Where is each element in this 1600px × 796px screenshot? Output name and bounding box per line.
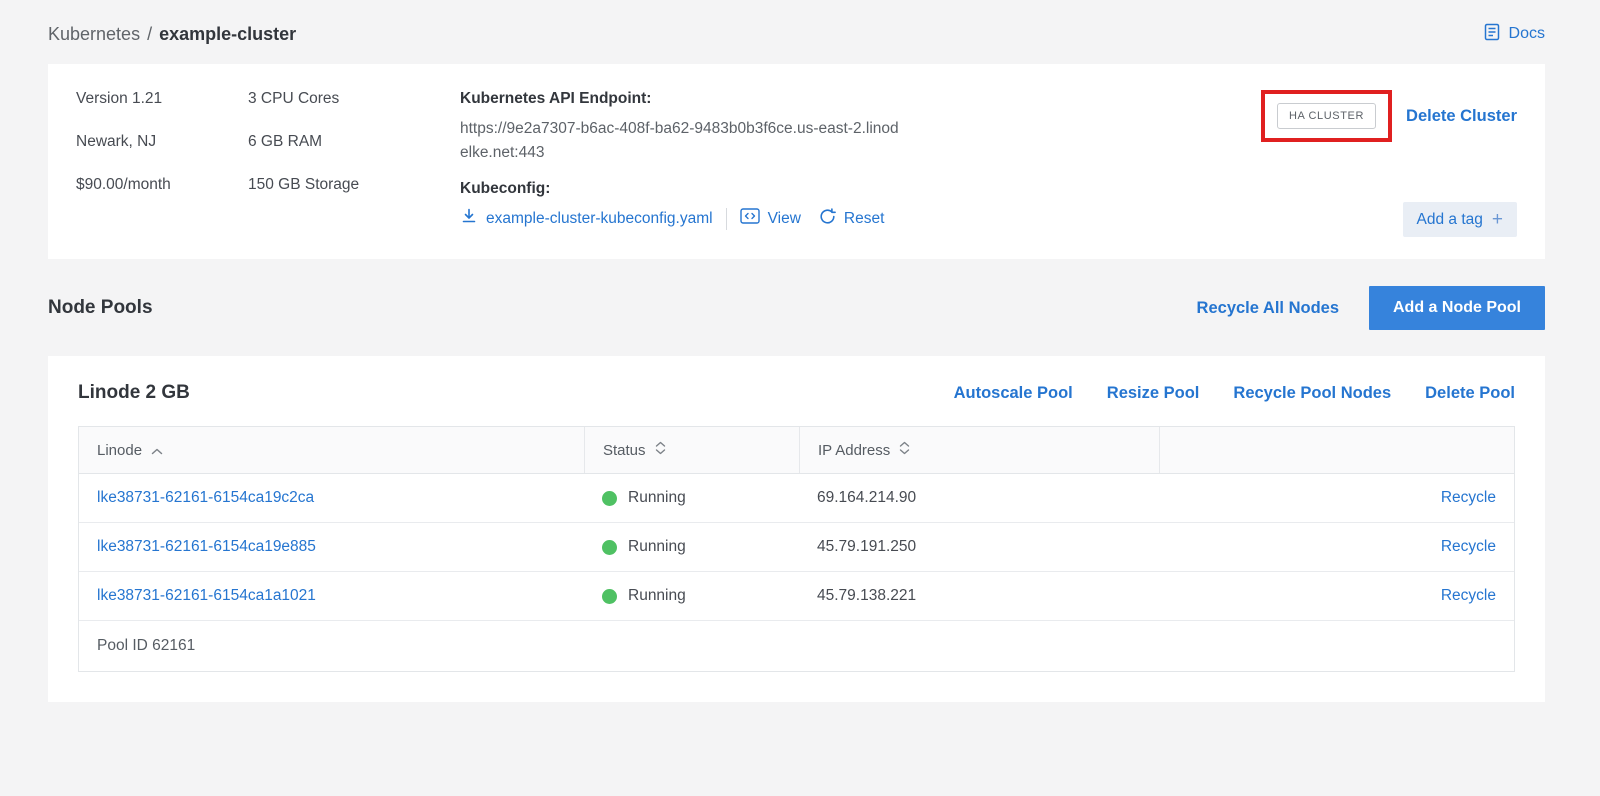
node-link[interactable]: lke38731-62161-6154ca19e885 (97, 538, 316, 555)
table-row: lke38731-62161-6154ca19c2ca Running 69.1… (79, 474, 1514, 523)
pool-nodes-table: Linode Status IP Address (78, 426, 1515, 672)
summary-right-actions: HA CLUSTER Delete Cluster Add a tag + (1261, 90, 1517, 237)
status-label: Running (628, 489, 686, 507)
breadcrumb: Kubernetes / example-cluster (48, 24, 296, 45)
delete-cluster-button[interactable]: Delete Cluster (1406, 107, 1517, 126)
column-header-ip-address[interactable]: IP Address (799, 427, 1159, 473)
status-dot (602, 589, 617, 604)
node-link[interactable]: lke38731-62161-6154ca19c2ca (97, 489, 314, 506)
sort-both-icon (655, 441, 666, 459)
sort-both-icon (899, 441, 910, 459)
spec-column-1: Version 1.21 Newark, NJ $90.00/month (76, 90, 248, 237)
status-dot (602, 491, 617, 506)
node-status: Running (584, 523, 799, 571)
autoscale-pool-button[interactable]: Autoscale Pool (954, 384, 1073, 403)
cluster-price: $90.00/month (76, 176, 248, 194)
node-pool-card: Linode 2 GB Autoscale Pool Resize Pool R… (48, 356, 1545, 702)
table-header-row: Linode Status IP Address (79, 427, 1514, 474)
reset-icon (819, 208, 836, 230)
api-endpoint-url: https://9e2a7307-b6ac-408f-ba62-9483b0b3… (460, 117, 905, 165)
kubeconfig-filename: example-cluster-kubeconfig.yaml (486, 210, 713, 228)
code-view-icon (740, 208, 760, 229)
node-link[interactable]: lke38731-62161-6154ca1a1021 (97, 587, 316, 604)
cluster-summary-card: Version 1.21 Newark, NJ $90.00/month 3 C… (48, 64, 1545, 259)
table-row: lke38731-62161-6154ca19e885 Running 45.7… (79, 523, 1514, 572)
node-status: Running (584, 572, 799, 620)
node-pools-title: Node Pools (48, 297, 153, 319)
pool-card-header: Linode 2 GB Autoscale Pool Resize Pool R… (78, 382, 1515, 404)
docs-icon (1482, 22, 1502, 47)
add-tag-label: Add a tag (1417, 211, 1483, 229)
breadcrumb-kubernetes[interactable]: Kubernetes (48, 24, 140, 45)
api-endpoint-block: Kubernetes API Endpoint: https://9e2a730… (460, 90, 930, 237)
status-column-label: Status (603, 442, 646, 459)
recycle-all-nodes-button[interactable]: Recycle All Nodes (1197, 299, 1339, 318)
table-row: lke38731-62161-6154ca1a1021 Running 45.7… (79, 572, 1514, 621)
recycle-node-button[interactable]: Recycle (1441, 538, 1496, 555)
pool-action-links: Autoscale Pool Resize Pool Recycle Pool … (954, 384, 1515, 403)
kubeconfig-actions: example-cluster-kubeconfig.yaml View (460, 207, 930, 230)
kubernetes-cluster-page: Kubernetes / example-cluster Docs Versio… (0, 0, 1600, 702)
cluster-ram: 6 GB RAM (248, 133, 460, 151)
pool-id-footer: Pool ID 62161 (79, 621, 1514, 671)
download-icon (460, 207, 478, 230)
add-tag-button[interactable]: Add a tag + (1403, 202, 1517, 237)
column-header-linode[interactable]: Linode (79, 427, 584, 473)
node-pools-header: Node Pools Recycle All Nodes Add a Node … (48, 286, 1545, 330)
view-kubeconfig-button[interactable]: View (740, 208, 801, 229)
node-pools-actions: Recycle All Nodes Add a Node Pool (1197, 286, 1545, 330)
reset-label: Reset (844, 210, 885, 228)
plus-icon: + (1492, 210, 1503, 229)
sort-asc-icon (151, 442, 163, 459)
column-header-status[interactable]: Status (584, 427, 799, 473)
node-ip: 45.79.191.250 (799, 523, 1159, 571)
reset-kubeconfig-button[interactable]: Reset (819, 208, 885, 230)
linode-column-label: Linode (97, 442, 142, 459)
column-header-actions (1159, 427, 1514, 473)
cluster-version: Version 1.21 (76, 90, 248, 108)
status-dot (602, 540, 617, 555)
topbar: Kubernetes / example-cluster Docs (48, 14, 1545, 54)
annotation-highlight-box: HA CLUSTER (1261, 90, 1392, 142)
add-node-pool-button[interactable]: Add a Node Pool (1369, 286, 1545, 330)
api-endpoint-label: Kubernetes API Endpoint: (460, 90, 930, 108)
ip-column-label: IP Address (818, 442, 890, 459)
recycle-node-button[interactable]: Recycle (1441, 489, 1496, 506)
breadcrumb-separator: / (147, 24, 152, 45)
vertical-divider (726, 208, 727, 230)
node-ip: 69.164.214.90 (799, 474, 1159, 522)
status-label: Running (628, 538, 686, 556)
breadcrumb-cluster-name: example-cluster (159, 24, 296, 45)
cluster-flags-row: HA CLUSTER Delete Cluster (1261, 90, 1517, 142)
cluster-storage: 150 GB Storage (248, 176, 460, 194)
spec-column-2: 3 CPU Cores 6 GB RAM 150 GB Storage (248, 90, 460, 237)
pool-plan-name: Linode 2 GB (78, 382, 190, 404)
docs-label: Docs (1509, 25, 1545, 43)
cluster-cpu: 3 CPU Cores (248, 90, 460, 108)
node-status: Running (584, 474, 799, 522)
view-label: View (768, 210, 801, 228)
kubeconfig-label: Kubeconfig: (460, 180, 930, 198)
cluster-specs: Version 1.21 Newark, NJ $90.00/month 3 C… (76, 90, 460, 237)
node-ip: 45.79.138.221 (799, 572, 1159, 620)
ha-cluster-chip: HA CLUSTER (1277, 103, 1376, 129)
recycle-pool-nodes-button[interactable]: Recycle Pool Nodes (1233, 384, 1391, 403)
recycle-node-button[interactable]: Recycle (1441, 587, 1496, 604)
delete-pool-button[interactable]: Delete Pool (1425, 384, 1515, 403)
status-label: Running (628, 587, 686, 605)
docs-link[interactable]: Docs (1482, 22, 1545, 47)
kubeconfig-download-link[interactable]: example-cluster-kubeconfig.yaml (460, 207, 713, 230)
resize-pool-button[interactable]: Resize Pool (1107, 384, 1200, 403)
cluster-region: Newark, NJ (76, 133, 248, 151)
